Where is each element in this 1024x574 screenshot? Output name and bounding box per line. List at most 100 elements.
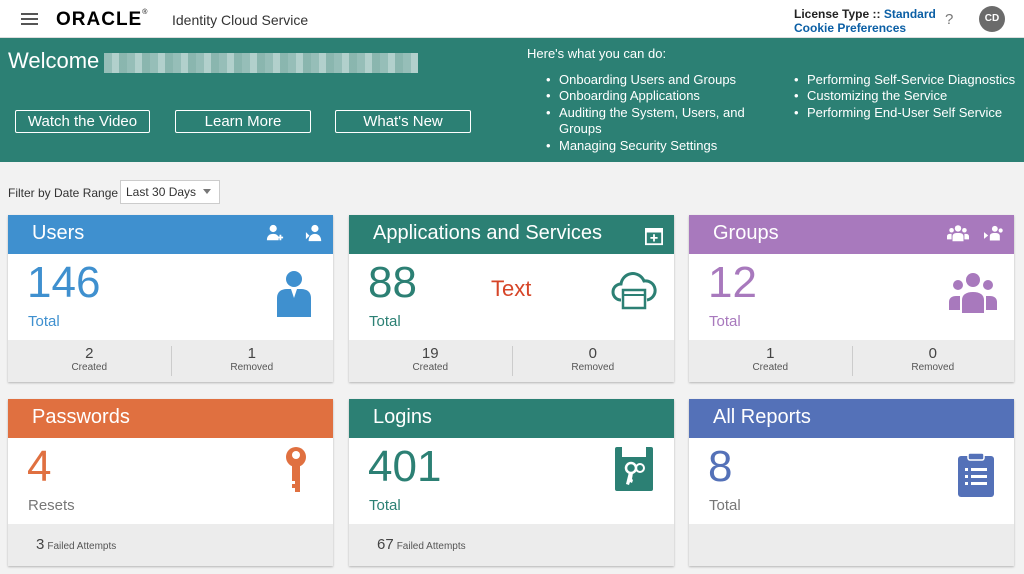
- reports-total-value: 8: [708, 442, 733, 491]
- users-created-count: 2: [85, 345, 94, 362]
- card-title: All Reports: [713, 406, 811, 428]
- chevron-down-icon: [203, 189, 211, 194]
- users-total-label: Total: [28, 313, 60, 330]
- add-group-icon[interactable]: [947, 223, 969, 243]
- task-list-1: Onboarding Users and Groups Onboarding A…: [546, 72, 786, 154]
- date-range-select[interactable]: Last 30 Days: [120, 180, 220, 204]
- passwords-failed-count: 3: [36, 536, 45, 553]
- report-icon: [958, 452, 994, 497]
- card-title: Applications and Services: [373, 222, 603, 244]
- apps-created-count: 19: [421, 345, 439, 362]
- add-user-icon[interactable]: [266, 223, 284, 243]
- user-icon: [277, 271, 311, 317]
- task-link[interactable]: Performing End-User Self Service: [794, 105, 1024, 122]
- apps-total-label: Total: [369, 313, 401, 330]
- learn-more-button[interactable]: Learn More: [175, 110, 311, 133]
- apps-removed-label: Removed: [571, 362, 615, 373]
- task-link[interactable]: Performing Self-Service Diagnostics: [794, 72, 1024, 89]
- logins-card[interactable]: Logins 401 Total 67 Failed Attempts: [349, 399, 674, 566]
- menu-icon[interactable]: [21, 13, 38, 25]
- groups-removed-label: Removed: [911, 362, 955, 373]
- card-header: Users: [8, 215, 333, 254]
- task-list-2: Performing Self-Service Diagnostics Cust…: [794, 72, 1024, 122]
- cloud-app-icon: [611, 272, 657, 310]
- groups-created[interactable]: 1 Created: [689, 340, 852, 382]
- user-avatar[interactable]: CD: [979, 6, 1005, 32]
- logins-total-label: Total: [369, 497, 401, 514]
- logins-total-value: 401: [368, 442, 442, 491]
- license-label: License Type ::: [794, 7, 884, 21]
- task-link[interactable]: Onboarding Applications: [546, 88, 786, 105]
- card-footer: 2 Created 1 Removed: [8, 340, 333, 382]
- task-link[interactable]: Managing Security Settings: [546, 138, 786, 155]
- what-you-can-do-heading: Here's what you can do:: [527, 46, 667, 61]
- users-removed[interactable]: 1 Removed: [171, 340, 334, 382]
- card-header: Passwords: [8, 399, 333, 438]
- applications-card[interactable]: Applications and Services 88 Total Text …: [349, 215, 674, 382]
- card-header: Applications and Services: [349, 215, 674, 254]
- task-link[interactable]: Customizing the Service: [794, 88, 1024, 105]
- task-link[interactable]: Auditing the System, Users, and Groups: [546, 105, 756, 138]
- card-header: Logins: [349, 399, 674, 438]
- card-body: 4 Resets: [8, 438, 333, 524]
- top-bar: ORACLE® Identity Cloud Service License T…: [0, 0, 1024, 38]
- users-removed-label: Removed: [230, 362, 274, 373]
- groups-total-label: Total: [709, 313, 741, 330]
- key-icon: [286, 447, 306, 492]
- watch-video-button[interactable]: Watch the Video: [15, 110, 150, 133]
- apps-removed-count: 0: [588, 345, 597, 362]
- import-group-icon[interactable]: [984, 223, 1004, 243]
- passwords-failed[interactable]: 3 Failed Attempts: [36, 536, 116, 553]
- users-card[interactable]: Users 146 Total 2 Created 1 Removed: [8, 215, 333, 382]
- card-footer: [689, 524, 1014, 566]
- license-info: License Type :: Standard Cookie Preferen…: [794, 7, 936, 35]
- groups-card[interactable]: Groups 12 Total 1 Created 0 Removed: [689, 215, 1014, 382]
- apps-created-label: Created: [412, 362, 449, 373]
- card-footer: 19 Created 0 Removed: [349, 340, 674, 382]
- card-body: 88 Total Text: [349, 254, 674, 340]
- text-overlay-label: Text: [491, 276, 532, 301]
- welcome-banner: Welcome Watch the Video Learn More What'…: [0, 38, 1024, 162]
- product-name: Identity Cloud Service: [172, 12, 309, 28]
- card-title: Groups: [713, 222, 779, 244]
- card-title: Users: [32, 222, 85, 244]
- card-header: All Reports: [689, 399, 1014, 438]
- groups-removed-count: 0: [928, 345, 937, 362]
- passwords-resets-label: Resets: [28, 497, 75, 514]
- card-footer: 67 Failed Attempts: [349, 524, 674, 566]
- users-created[interactable]: 2 Created: [8, 340, 171, 382]
- users-total-value: 146: [27, 258, 101, 307]
- logins-failed-label: Failed Attempts: [396, 541, 466, 552]
- task-link[interactable]: Onboarding Users and Groups: [546, 72, 786, 89]
- card-header: Groups: [689, 215, 1014, 254]
- welcome-title: Welcome: [8, 48, 100, 73]
- card-body: 146 Total: [8, 254, 333, 340]
- blurred-username: [104, 53, 418, 73]
- card-footer: 3 Failed Attempts: [8, 524, 333, 566]
- license-type-link[interactable]: Standard: [884, 7, 936, 21]
- card-footer: 1 Created 0 Removed: [689, 340, 1014, 382]
- passwords-card[interactable]: Passwords 4 Resets 3 Failed Attempts: [8, 399, 333, 566]
- group-icon: [949, 273, 997, 313]
- groups-removed[interactable]: 0 Removed: [852, 340, 1015, 382]
- import-user-icon[interactable]: [305, 223, 323, 243]
- users-created-label: Created: [71, 362, 108, 373]
- cookie-preferences-link[interactable]: Cookie Preferences: [794, 21, 936, 35]
- reports-card[interactable]: All Reports 8 Total: [689, 399, 1014, 566]
- logins-failed[interactable]: 67 Failed Attempts: [377, 536, 466, 553]
- passwords-resets-value: 4: [27, 442, 52, 491]
- reports-total-label: Total: [709, 497, 741, 514]
- groups-created-label: Created: [752, 362, 789, 373]
- add-app-icon[interactable]: [645, 227, 663, 247]
- apps-total-value: 88: [368, 258, 417, 307]
- groups-created-count: 1: [766, 345, 775, 362]
- apps-created[interactable]: 19 Created: [349, 340, 512, 382]
- whats-new-button[interactable]: What's New: [335, 110, 471, 133]
- card-title: Passwords: [32, 406, 130, 428]
- oracle-logo: ORACLE®: [56, 9, 149, 30]
- apps-removed[interactable]: 0 Removed: [512, 340, 675, 382]
- passwords-failed-label: Failed Attempts: [47, 541, 117, 552]
- filter-label: Filter by Date Range: [8, 186, 119, 200]
- logins-failed-count: 67: [377, 536, 394, 553]
- help-icon[interactable]: ?: [945, 11, 953, 28]
